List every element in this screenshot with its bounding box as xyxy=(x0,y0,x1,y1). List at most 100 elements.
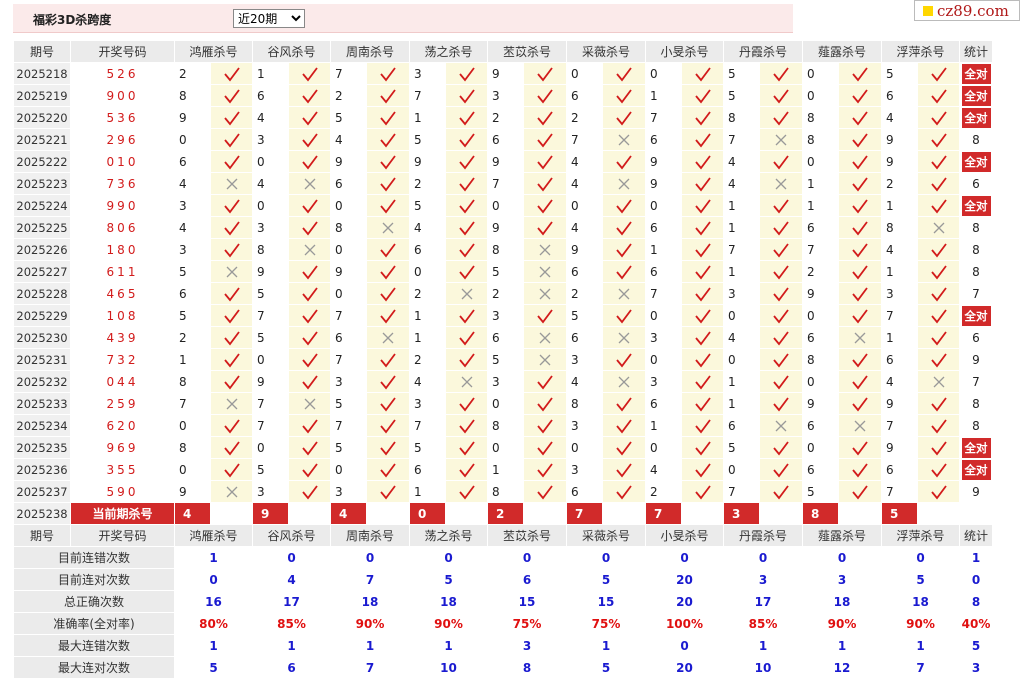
draw-number-cell: 969 xyxy=(70,436,175,459)
current-pick-fuping: 5 xyxy=(881,502,918,525)
kill-value-cell: 4 xyxy=(723,150,760,173)
column-header: 周南杀号 xyxy=(330,524,410,547)
kill-value-cell: 0 xyxy=(723,304,760,327)
check-icon xyxy=(210,436,253,459)
check-icon xyxy=(838,194,882,217)
kill-value-cell: 5 xyxy=(174,304,211,327)
check-icon xyxy=(852,484,868,499)
kill-value-cell: 8 xyxy=(566,392,603,415)
check-icon xyxy=(537,176,553,191)
check-icon xyxy=(366,84,410,107)
stats-row: 准确率(全对率) 80% 85% 90% 90% 75% 75% 100% 85% 90% 90% 4… xyxy=(13,612,993,635)
check-icon xyxy=(288,480,331,503)
cross-icon xyxy=(210,480,253,503)
filter-bar: 福彩3D杀跨度 近20期 xyxy=(13,4,793,33)
kill-value-cell: 6 xyxy=(487,128,524,151)
stats-value: 5 xyxy=(409,568,488,591)
kill-value-cell: 5 xyxy=(487,260,524,283)
kill-value-cell: 2 xyxy=(487,282,524,305)
check-icon xyxy=(930,440,947,455)
cross-icon xyxy=(523,282,567,305)
kill-value-cell: 0 xyxy=(566,436,603,459)
period-cell: 2025233 xyxy=(13,392,71,415)
all-correct-badge: 全对 xyxy=(961,305,991,326)
check-icon xyxy=(523,150,567,173)
check-icon xyxy=(694,176,711,191)
draw-number-cell: 990 xyxy=(70,194,175,217)
stats-value: 90% xyxy=(409,612,488,635)
kill-value-cell: 9 xyxy=(645,150,682,173)
draw-number-cell: 620 xyxy=(70,414,175,437)
stats-value: 5 xyxy=(881,568,960,591)
cross-icon xyxy=(288,172,331,195)
kill-value-cell: 4 xyxy=(252,106,289,129)
check-icon xyxy=(616,154,632,169)
stats-value: 85% xyxy=(252,612,331,635)
check-icon xyxy=(366,62,410,85)
kill-value-cell: 5 xyxy=(252,326,289,349)
kill-value-cell: 0 xyxy=(566,62,603,85)
check-icon xyxy=(366,106,410,129)
site-logo[interactable]: cz89.com xyxy=(914,0,1020,21)
check-icon xyxy=(773,374,789,389)
check-icon xyxy=(852,88,868,103)
cross-icon xyxy=(539,266,551,277)
kill-value-cell: 6 xyxy=(409,238,446,261)
kill-value-cell: 7 xyxy=(802,238,839,261)
kill-value-cell: 9 xyxy=(487,62,524,85)
kill-value-cell: 7 xyxy=(645,282,682,305)
check-icon xyxy=(223,374,240,389)
check-icon xyxy=(380,176,396,191)
check-icon xyxy=(930,330,947,345)
check-icon xyxy=(602,238,646,261)
check-icon xyxy=(288,458,331,481)
draw-number-cell: 806 xyxy=(70,216,175,239)
stat-cell: 8 xyxy=(959,238,993,261)
check-icon xyxy=(694,154,711,169)
kill-value-cell: 5 xyxy=(723,84,760,107)
check-icon xyxy=(380,440,396,455)
column-header: 周南杀号 xyxy=(330,40,410,63)
check-icon xyxy=(537,132,553,147)
kill-value-cell: 4 xyxy=(723,172,760,195)
stats-value: 1 xyxy=(174,634,253,657)
kill-value-cell: 1 xyxy=(723,216,760,239)
check-icon xyxy=(288,414,331,437)
stats-value: 18 xyxy=(802,590,882,613)
check-icon xyxy=(380,352,396,367)
check-icon xyxy=(288,106,331,129)
check-icon xyxy=(759,436,803,459)
kill-value-cell: 3 xyxy=(174,194,211,217)
check-icon xyxy=(458,154,475,169)
check-icon xyxy=(602,392,646,415)
check-icon xyxy=(838,238,882,261)
check-icon xyxy=(537,198,553,213)
period-select[interactable]: 近20期 xyxy=(233,9,305,28)
kill-value-cell: 8 xyxy=(487,238,524,261)
right-margin xyxy=(993,33,1020,533)
check-icon xyxy=(930,110,947,125)
check-icon xyxy=(917,458,960,481)
stats-value: 100% xyxy=(645,612,724,635)
check-icon xyxy=(930,154,947,169)
kill-value-cell: 6 xyxy=(723,414,760,437)
check-icon xyxy=(537,374,553,389)
check-icon xyxy=(210,106,253,129)
kill-value-cell: 0 xyxy=(645,348,682,371)
kill-value-cell: 0 xyxy=(723,348,760,371)
stats-label: 总正确次数 xyxy=(13,590,175,613)
check-icon xyxy=(523,128,567,151)
check-icon xyxy=(930,264,947,279)
draw-number-cell: 355 xyxy=(70,458,175,481)
kill-value-cell: 0 xyxy=(252,348,289,371)
check-icon xyxy=(445,326,488,349)
kill-value-cell: 4 xyxy=(566,216,603,239)
cross-icon xyxy=(917,216,960,239)
kill-value-cell: 8 xyxy=(802,106,839,129)
current-period-cell: 2025238 xyxy=(13,502,71,525)
period-cell: 2025230 xyxy=(13,326,71,349)
stats-value: 0 xyxy=(330,546,410,569)
kill-value-cell: 1 xyxy=(409,326,446,349)
cross-icon xyxy=(602,128,646,151)
check-icon xyxy=(458,88,475,103)
